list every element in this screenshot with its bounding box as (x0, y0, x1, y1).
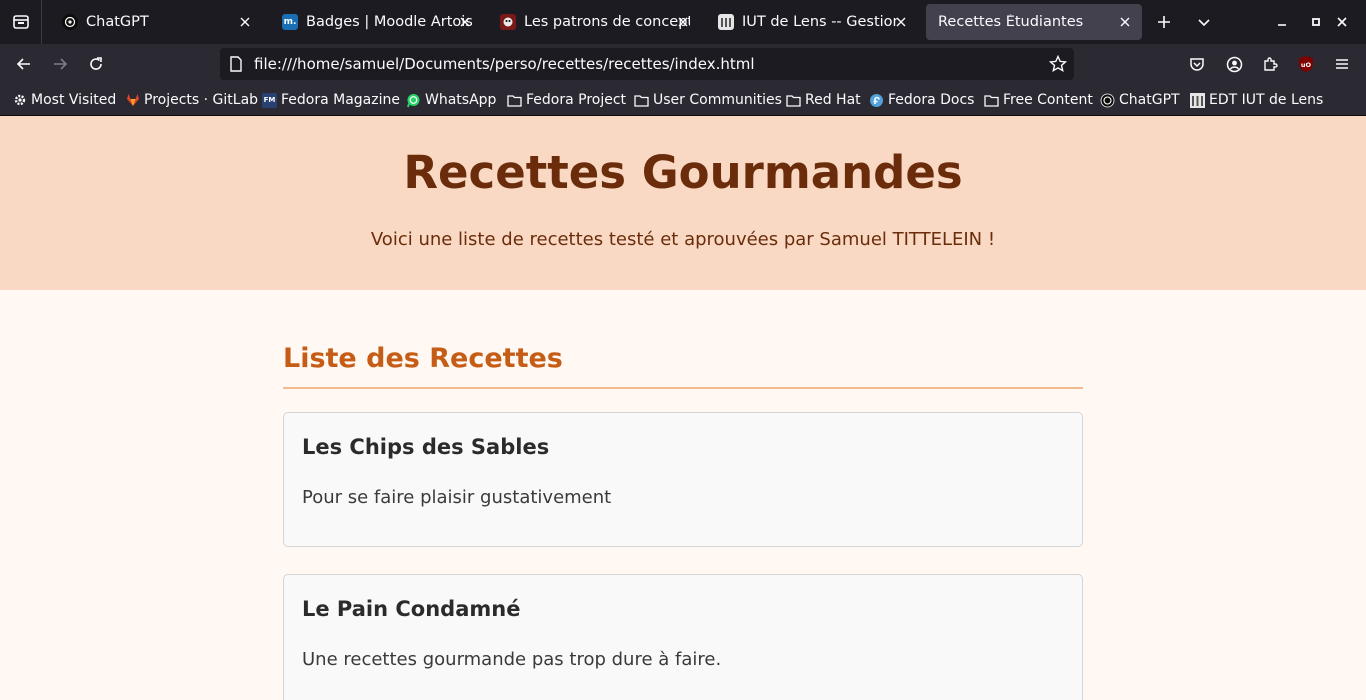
folder-icon (634, 93, 649, 108)
section-divider (283, 387, 1083, 389)
bookmark-label: WhatsApp (425, 92, 497, 108)
account-button[interactable] (1218, 48, 1250, 80)
page-title: Recettes Gourmandes (403, 146, 963, 199)
url-text[interactable]: file:///home/samuel/Documents/perso/rece… (254, 55, 755, 73)
section-title: Liste des Recettes (283, 343, 563, 374)
bookmark-most-visited[interactable]: Most Visited (12, 91, 116, 109)
firefox-view-icon (12, 15, 29, 29)
bookmark-label: User Communities (653, 92, 782, 108)
recipe-title: Les Chips des Sables (302, 435, 550, 459)
close-tab-icon[interactable] (1116, 13, 1134, 31)
close-tab-icon[interactable] (674, 13, 692, 31)
recipe-card[interactable]: Les Chips des Sables Pour se faire plais… (283, 412, 1083, 547)
reload-icon (90, 57, 102, 70)
tab-label: Les patrons de conceptio (524, 14, 690, 30)
new-tab-button[interactable] (1144, 0, 1184, 44)
reload-button[interactable] (80, 48, 112, 80)
pocket-icon (1190, 58, 1204, 71)
recipe-card[interactable]: Le Pain Condamné Une recettes gourmande … (283, 574, 1083, 700)
page-header: Recettes Gourmandes Voici une liste de r… (0, 116, 1366, 290)
ublock-origin-icon: uO (1299, 56, 1313, 72)
file-icon (230, 56, 242, 72)
list-all-tabs-button[interactable] (1184, 0, 1224, 44)
firefox-view-button[interactable] (0, 0, 42, 44)
chatgpt-icon (1100, 93, 1115, 108)
bookmark-label: Red Hat (805, 92, 861, 108)
navigation-toolbar: file:///home/samuel/Documents/perso/rece… (0, 44, 1366, 84)
chatgpt-icon (62, 14, 78, 30)
close-tab-icon[interactable] (892, 13, 910, 31)
pocket-button[interactable] (1181, 48, 1213, 80)
bookmark-free-content[interactable]: Free Content (984, 91, 1093, 109)
fedora-magazine-icon: FM (262, 92, 277, 108)
ublock-button[interactable]: uO (1290, 48, 1322, 80)
chevron-down-icon (1198, 19, 1210, 27)
iut-icon (718, 14, 734, 30)
bookmark-label: Free Content (1003, 92, 1093, 108)
close-tab-icon[interactable] (456, 13, 474, 31)
tab-chatgpt[interactable]: ChatGPT (52, 4, 262, 40)
bookmarks-toolbar: Most Visited Projects · GitLab FM Fedora… (0, 84, 1366, 116)
bookmark-label: Fedora Project (526, 92, 627, 108)
bookmark-label: Fedora Magazine (281, 92, 400, 108)
forward-button[interactable] (44, 48, 76, 80)
back-button[interactable] (8, 48, 40, 80)
tab-moodle[interactable]: m. Badges | Moodle Artois (272, 4, 482, 40)
bookmark-user-communities[interactable]: User Communities (634, 91, 782, 109)
folder-icon (507, 93, 522, 108)
close-tab-icon[interactable] (236, 13, 254, 31)
star-icon[interactable] (1049, 55, 1067, 73)
bookmark-label: Fedora Docs (888, 92, 975, 108)
bookmark-label: Projects · GitLab (144, 92, 259, 108)
page-subtitle: Voici une liste de recettes testé et apr… (370, 229, 996, 250)
arrow-right-icon (54, 58, 68, 70)
bookmark-fedora-docs[interactable]: Fedora Docs (869, 91, 974, 109)
url-bar[interactable]: file:///home/samuel/Documents/perso/rece… (220, 48, 1074, 80)
hamburger-menu-icon (1336, 59, 1348, 69)
tab-patrons[interactable]: Les patrons de conceptio (490, 4, 700, 40)
tab-strip: ChatGPT m. Badges | Moodle Artois Les pa… (0, 0, 1366, 44)
bookmark-edt-iut[interactable]: EDT IUT de Lens (1190, 91, 1323, 109)
extensions-button[interactable] (1254, 48, 1286, 80)
recipe-title: Le Pain Condamné (302, 597, 521, 621)
fedora-icon (869, 93, 884, 108)
iut-icon (1190, 92, 1205, 108)
minimize-icon (1278, 24, 1286, 26)
bookmark-fedora-project[interactable]: Fedora Project (507, 91, 626, 109)
bookmark-gitlab[interactable]: Projects · GitLab (125, 91, 258, 109)
recipe-description: Pour se faire plaisir gustativement (302, 487, 612, 508)
gitlab-icon (125, 93, 140, 108)
bookmark-red-hat[interactable]: Red Hat (786, 91, 861, 109)
arrow-left-icon (16, 58, 30, 70)
bookmark-whatsapp[interactable]: WhatsApp (406, 91, 496, 109)
bookmark-label: Most Visited (31, 92, 117, 108)
recipe-description: Une recettes gourmande pas trop dure à f… (302, 649, 722, 670)
bookmark-fedora-magazine[interactable]: FM Fedora Magazine (262, 91, 400, 109)
folder-icon (786, 93, 801, 108)
moodle-icon: m. (282, 14, 298, 30)
tab-label: Recettes Étudiantes (938, 14, 1084, 30)
tab-recettes[interactable]: Recettes Étudiantes (926, 4, 1142, 40)
folder-icon (984, 93, 999, 108)
close-icon (1337, 17, 1347, 27)
app-menu-button[interactable] (1326, 48, 1358, 80)
tab-label: IUT de Lens -- Gestion d (742, 14, 898, 30)
tab-label: ChatGPT (86, 14, 149, 30)
gear-icon (12, 93, 27, 108)
plus-icon (1158, 16, 1170, 28)
puzzle-icon (1264, 57, 1278, 71)
tab-iut[interactable]: IUT de Lens -- Gestion d (708, 4, 918, 40)
tab-label: Badges | Moodle Artois (306, 14, 472, 30)
account-icon (1226, 56, 1242, 72)
close-window-button[interactable] (1322, 0, 1362, 44)
whatsapp-icon (406, 93, 421, 108)
maximize-icon (1312, 18, 1320, 26)
bookmark-label: EDT IUT de Lens (1209, 92, 1324, 108)
svg-text:uO: uO (1301, 61, 1312, 69)
bookmark-label: ChatGPT (1119, 92, 1180, 108)
bookmark-chatgpt[interactable]: ChatGPT (1100, 91, 1180, 109)
patrons-icon (500, 14, 516, 30)
